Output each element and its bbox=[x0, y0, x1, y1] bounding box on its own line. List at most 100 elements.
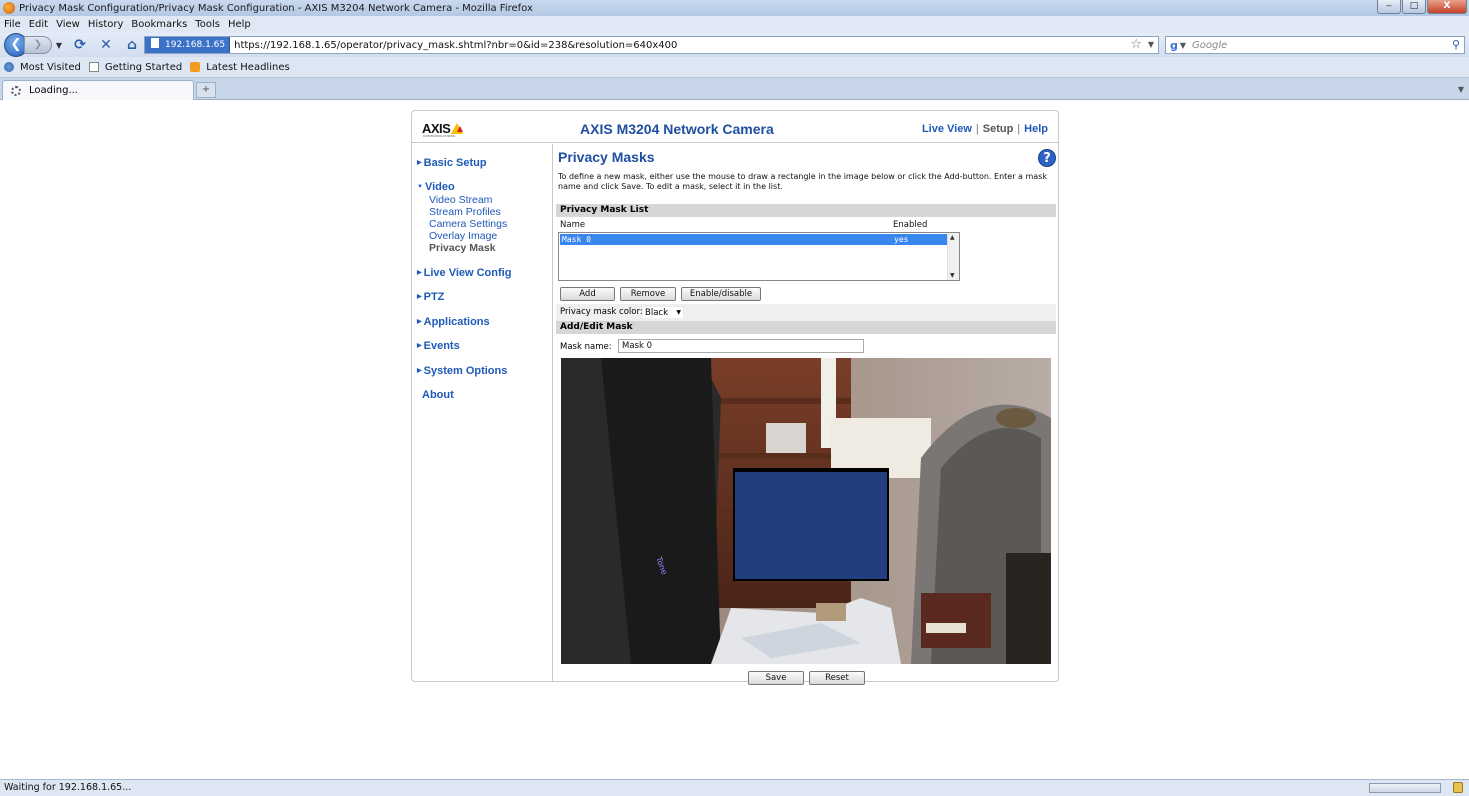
lock-icon[interactable] bbox=[1453, 782, 1463, 793]
camera-live-image[interactable]: Tone bbox=[561, 358, 1051, 664]
sidebar-item-video[interactable]: ▼ Video bbox=[417, 181, 455, 193]
loading-progress-bar bbox=[1369, 783, 1441, 793]
most-visited-icon bbox=[4, 62, 14, 72]
arrow-right-icon: ▶ bbox=[417, 270, 422, 276]
privacy-mask-color-select[interactable]: Black ▼ bbox=[642, 306, 684, 319]
page-icon bbox=[88, 62, 99, 72]
mask-name-cell: Mask 0 bbox=[562, 235, 591, 244]
search-icon[interactable]: ⚲ bbox=[1452, 37, 1460, 53]
mask-enabled-cell: yes bbox=[894, 235, 909, 244]
sidebar-sub-camera-settings[interactable]: Camera Settings bbox=[429, 218, 507, 230]
sidebar-item-about[interactable]: About bbox=[422, 389, 454, 401]
status-bar: Waiting for 192.168.1.65... bbox=[0, 779, 1469, 796]
search-input[interactable]: Google bbox=[1192, 40, 1227, 51]
firefox-icon bbox=[3, 2, 15, 14]
search-engine-dropdown-icon[interactable]: ▼ bbox=[1180, 41, 1186, 50]
status-text: Waiting for 192.168.1.65... bbox=[4, 782, 132, 793]
enable-disable-button[interactable]: Enable/disable bbox=[681, 287, 761, 301]
bookmark-label: Most Visited bbox=[20, 61, 81, 73]
listbox-scrollbar[interactable]: ▲ ▼ bbox=[947, 233, 959, 280]
mask-name-input[interactable] bbox=[618, 339, 864, 353]
chevron-down-icon: ▼ bbox=[676, 309, 681, 316]
rss-icon bbox=[190, 62, 201, 72]
bookmark-latest-headlines[interactable]: Latest Headlines bbox=[190, 62, 290, 73]
sidebar-item-label: PTZ bbox=[423, 291, 445, 303]
sidebar-item-basic-setup[interactable]: ▶ Basic Setup bbox=[417, 157, 487, 169]
loading-spinner-icon bbox=[11, 85, 21, 96]
sidebar-item-system-options[interactable]: ▶ System Options bbox=[417, 365, 507, 377]
google-icon[interactable]: g bbox=[1170, 39, 1178, 52]
menu-file[interactable]: File bbox=[4, 19, 21, 30]
menu-view[interactable]: View bbox=[56, 19, 80, 30]
list-item[interactable]: Mask 0 yes bbox=[560, 234, 947, 245]
help-link[interactable]: Help bbox=[1024, 123, 1048, 135]
top-links: Live View | Setup | Help bbox=[922, 123, 1048, 135]
url-text[interactable]: https://192.168.1.65/operator/privacy_ma… bbox=[234, 40, 677, 51]
scroll-up-icon[interactable]: ▲ bbox=[950, 234, 955, 241]
reset-button[interactable]: Reset bbox=[809, 671, 865, 685]
maximize-button[interactable]: □ bbox=[1402, 0, 1426, 14]
home-icon[interactable]: ⌂ bbox=[122, 35, 142, 55]
arrow-right-icon: ▶ bbox=[417, 319, 422, 325]
sidebar-item-live-view-config[interactable]: ▶ Live View Config bbox=[417, 267, 511, 279]
stop-icon[interactable]: ✕ bbox=[96, 35, 116, 55]
bookmark-label: Getting Started bbox=[104, 61, 183, 73]
menu-tools[interactable]: Tools bbox=[195, 19, 220, 30]
link-separator: | bbox=[1017, 123, 1021, 135]
live-view-link[interactable]: Live View bbox=[922, 123, 972, 135]
page-title: Privacy Masks bbox=[558, 149, 655, 165]
privacy-mask-rectangle[interactable] bbox=[733, 468, 889, 581]
privacy-mask-listbox[interactable]: Mask 0 yes ▲ ▼ bbox=[558, 232, 960, 281]
camera-header: AXIS COMMUNICATIONS AXIS M3204 Network C… bbox=[412, 111, 1058, 143]
column-header-name: Name bbox=[560, 220, 586, 230]
forward-button[interactable]: ❯ bbox=[24, 36, 52, 54]
window-titlebar: Privacy Mask Configuration/Privacy Mask … bbox=[0, 0, 1469, 16]
close-button[interactable]: X bbox=[1427, 0, 1467, 14]
site-identity-button[interactable]: 192.168.1.65 bbox=[145, 37, 231, 53]
site-identity-label: 192.168.1.65 bbox=[165, 40, 226, 50]
tab-label: Loading... bbox=[29, 85, 78, 96]
page-icon bbox=[151, 38, 159, 48]
menu-bookmarks[interactable]: Bookmarks bbox=[131, 19, 187, 30]
axis-logo-subtitle: COMMUNICATIONS bbox=[423, 134, 456, 138]
menu-help[interactable]: Help bbox=[228, 19, 251, 30]
setup-link[interactable]: Setup bbox=[983, 123, 1014, 135]
sidebar-sub-video-stream[interactable]: Video Stream bbox=[429, 194, 492, 206]
menu-bar: File Edit View History Bookmarks Tools H… bbox=[0, 16, 1469, 33]
sidebar-item-events[interactable]: ▶ Events bbox=[417, 340, 460, 352]
sidebar-sub-overlay-image[interactable]: Overlay Image bbox=[429, 230, 497, 242]
bookmark-most-visited[interactable]: Most Visited bbox=[4, 62, 81, 73]
remove-button[interactable]: Remove bbox=[620, 287, 676, 301]
search-bar[interactable]: g ▼ Google ⚲ bbox=[1165, 36, 1465, 54]
history-dropdown-icon[interactable]: ▼ bbox=[54, 41, 64, 50]
sidebar-item-ptz[interactable]: ▶ PTZ bbox=[417, 291, 444, 303]
url-dropdown-icon[interactable]: ▼ bbox=[1148, 37, 1154, 53]
sidebar-item-applications[interactable]: ▶ Applications bbox=[417, 316, 490, 328]
url-bar[interactable]: 192.168.1.65 https://192.168.1.65/operat… bbox=[144, 36, 1159, 54]
color-select-value: Black bbox=[645, 308, 668, 318]
reload-icon[interactable]: ⟳ bbox=[70, 35, 90, 55]
sidebar-sub-privacy-mask[interactable]: Privacy Mask bbox=[429, 242, 496, 254]
sidebar-sub-stream-profiles[interactable]: Stream Profiles bbox=[429, 206, 501, 218]
bookmark-getting-started[interactable]: Getting Started bbox=[88, 61, 183, 73]
minimize-button[interactable]: ‒ bbox=[1377, 0, 1401, 14]
window-controls: ‒ □ X bbox=[1376, 0, 1467, 14]
add-edit-mask-header: Add/Edit Mask bbox=[556, 321, 1056, 334]
menu-history[interactable]: History bbox=[88, 19, 124, 30]
window-title: Privacy Mask Configuration/Privacy Mask … bbox=[19, 2, 533, 14]
scroll-down-icon[interactable]: ▼ bbox=[950, 272, 955, 279]
arrow-right-icon: ▶ bbox=[417, 343, 422, 349]
help-icon[interactable]: ? bbox=[1038, 149, 1056, 167]
menu-edit[interactable]: Edit bbox=[29, 19, 48, 30]
save-button[interactable]: Save bbox=[748, 671, 804, 685]
bookmark-star-icon[interactable]: ☆ bbox=[1130, 37, 1142, 53]
add-button[interactable]: Add bbox=[560, 287, 615, 301]
tab-loading[interactable]: Loading... bbox=[2, 80, 194, 100]
privacy-mask-color-row: Privacy mask color: Black ▼ bbox=[556, 304, 1056, 322]
privacy-mask-list-header: Privacy Mask List bbox=[556, 204, 1056, 217]
page-content: AXIS COMMUNICATIONS AXIS M3204 Network C… bbox=[0, 100, 1469, 779]
page-description: To define a new mask, either use the mou… bbox=[558, 172, 1047, 191]
new-tab-button[interactable]: + bbox=[196, 82, 216, 98]
sidebar-item-label: Applications bbox=[423, 316, 490, 328]
tab-list-dropdown-icon[interactable]: ▼ bbox=[1455, 82, 1467, 98]
